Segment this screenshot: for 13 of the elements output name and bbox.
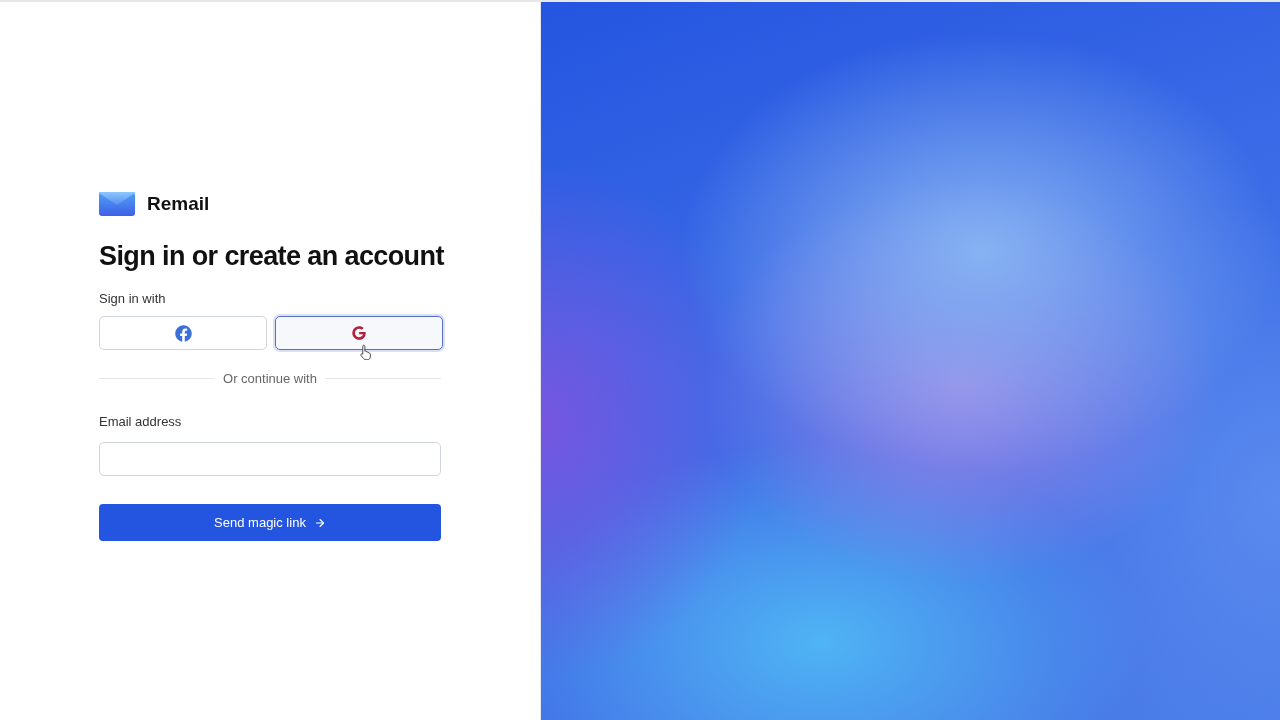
facebook-sign-in-button[interactable]: [99, 316, 267, 350]
email-label: Email address: [99, 412, 183, 431]
brand-name: Remail: [147, 192, 210, 216]
facebook-icon: [174, 324, 192, 342]
page-heading: Sign in or create an account: [99, 239, 446, 273]
send-magic-link-button[interactable]: Send magic link: [99, 504, 441, 541]
sign-in-with-label: Sign in with: [99, 289, 167, 308]
email-input[interactable]: [99, 442, 441, 476]
arrow-right-icon: [313, 516, 326, 529]
google-icon: [352, 326, 366, 340]
pointer-cursor-icon: [360, 344, 372, 360]
divider-text: Or continue with: [223, 370, 317, 388]
envelope-logo-icon: [99, 192, 135, 217]
